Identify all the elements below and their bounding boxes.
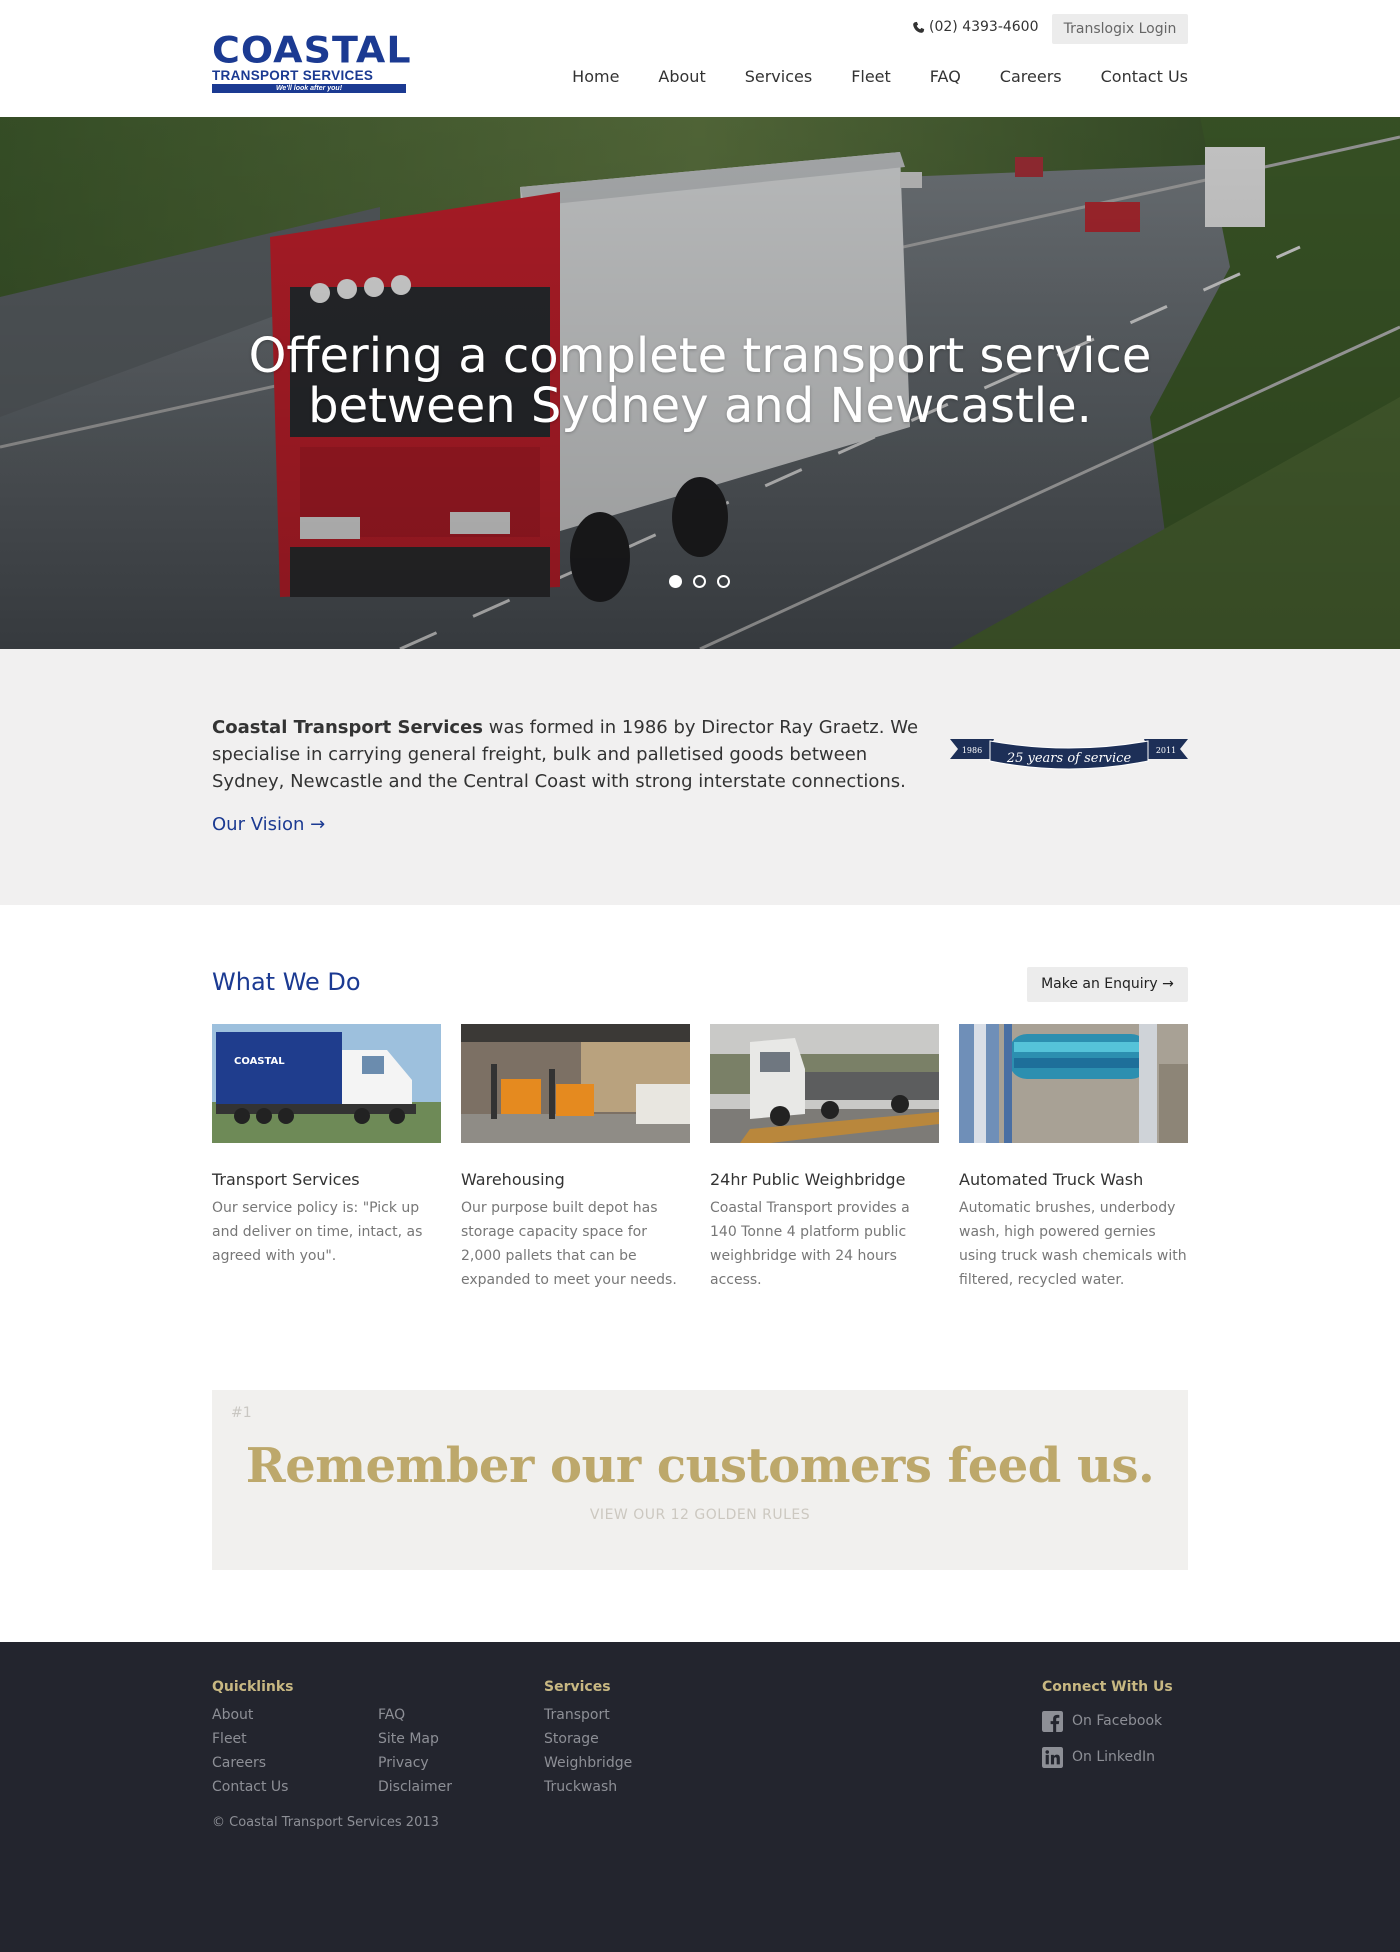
footer-link-careers[interactable]: Careers: [212, 1751, 293, 1775]
services-heading: Services: [544, 1679, 611, 1695]
footer-link-transport[interactable]: Transport: [544, 1703, 632, 1727]
services-cards: COASTAL Transport Services Our service p…: [212, 1024, 1189, 1292]
linkedin-link[interactable]: On LinkedIn: [1042, 1739, 1173, 1775]
hero-title-line-2: between Sydney and Newcastle.: [308, 378, 1092, 434]
footer-link-privacy[interactable]: Privacy: [378, 1751, 452, 1775]
warehouse-image: [461, 1024, 690, 1143]
nav-faq[interactable]: FAQ: [930, 67, 961, 86]
footer-connect-col: Connect With Us On Facebook On LinkedIn: [1042, 1679, 1173, 1775]
nav-fleet[interactable]: Fleet: [851, 67, 891, 86]
footer-link-truckwash[interactable]: Truckwash: [544, 1775, 632, 1799]
hero-slider: Offering a complete transport service be…: [0, 117, 1400, 649]
facebook-label: On Facebook: [1072, 1713, 1163, 1729]
card-text: Our service policy is: "Pick up and deli…: [212, 1200, 423, 1264]
logo-subtitle: TRANSPORT SERVICES: [212, 68, 374, 83]
footer-link-storage[interactable]: Storage: [544, 1727, 632, 1751]
copyright: © Coastal Transport Services 2013: [212, 1815, 439, 1830]
phone-text: (02) 4393-4600: [929, 19, 1039, 35]
ribbon-year-right: 2011: [1156, 746, 1176, 755]
card-text: Coastal Transport provides a 140 Tonne 4…: [710, 1200, 910, 1288]
anniversary-ribbon: 1986 25 years of service 2011: [950, 739, 1188, 770]
slider-dot-2[interactable]: [693, 575, 706, 588]
footer-link-site-map[interactable]: Site Map: [378, 1727, 452, 1751]
about-company-name: Coastal Transport Services: [212, 717, 484, 738]
footer-link-fleet[interactable]: Fleet: [212, 1727, 293, 1751]
hero-title: Offering a complete transport service be…: [0, 331, 1400, 431]
card-text: Our purpose built depot has storage capa…: [461, 1200, 677, 1288]
nav-home[interactable]: Home: [572, 67, 619, 86]
slider-dot-1[interactable]: [669, 575, 682, 588]
nav-careers[interactable]: Careers: [1000, 67, 1062, 86]
nav-about[interactable]: About: [658, 67, 705, 86]
card-title: 24hr Public Weighbridge: [710, 1170, 906, 1189]
weighbridge-image: [710, 1024, 939, 1143]
ribbon-year-left: 1986: [962, 746, 982, 755]
logo-tagline: We'll look after you!: [212, 84, 406, 93]
company-logo[interactable]: COASTAL TRANSPORT SERVICES We'll look af…: [212, 29, 412, 93]
footer-link-contact-us[interactable]: Contact Us: [212, 1775, 293, 1799]
rule-text: Remember our customers feed us.: [245, 1438, 1155, 1494]
quicklinks-heading: Quicklinks: [212, 1679, 294, 1695]
our-vision-link[interactable]: Our Vision →: [212, 814, 325, 835]
connect-heading: Connect With Us: [1042, 1679, 1173, 1695]
nav-contact-us[interactable]: Contact Us: [1101, 67, 1188, 86]
service-card-weighbridge[interactable]: 24hr Public Weighbridge Coastal Transpor…: [710, 1024, 939, 1292]
svg-text:COASTAL: COASTAL: [234, 1056, 285, 1067]
footer-quicklinks-col-1: Quicklinks About Fleet Careers Contact U…: [212, 1679, 293, 1799]
truck-wash-image: [959, 1024, 1188, 1143]
slider-dots: [669, 575, 730, 588]
site-header: COASTAL TRANSPORT SERVICES We'll look af…: [0, 0, 1400, 117]
card-title: Automated Truck Wash: [959, 1170, 1144, 1189]
about-section: Coastal Transport Services was formed in…: [0, 649, 1400, 905]
nav-services[interactable]: Services: [745, 67, 812, 86]
footer-quicklinks-col-2: FAQ Site Map Privacy Disclaimer: [378, 1679, 452, 1799]
card-text: Automatic brushes, underbody wash, high …: [959, 1200, 1187, 1288]
service-card-warehousing[interactable]: Warehousing Our purpose built depot has …: [461, 1024, 690, 1292]
transport-image: COASTAL: [212, 1024, 441, 1143]
card-title: Transport Services: [212, 1170, 360, 1189]
golden-rules-link[interactable]: VIEW OUR 12 GOLDEN RULES: [212, 1507, 1188, 1523]
main-nav: Home About Services Fleet FAQ Careers Co…: [533, 67, 1188, 86]
footer-link-about[interactable]: About: [212, 1703, 293, 1727]
footer-link-weighbridge[interactable]: Weighbridge: [544, 1751, 632, 1775]
footer-link-disclaimer[interactable]: Disclaimer: [378, 1775, 452, 1799]
rule-number: #1: [231, 1405, 252, 1421]
linkedin-label: On LinkedIn: [1072, 1749, 1156, 1765]
site-footer: Quicklinks About Fleet Careers Contact U…: [0, 1642, 1400, 1952]
footer-services-col: Services Transport Storage Weighbridge T…: [544, 1679, 632, 1799]
facebook-link[interactable]: On Facebook: [1042, 1703, 1173, 1739]
what-we-do-title: What We Do: [212, 968, 361, 996]
phone-icon: [913, 21, 925, 33]
service-card-transport[interactable]: COASTAL Transport Services Our service p…: [212, 1024, 441, 1292]
golden-rule-banner: #1 Remember our customers feed us. VIEW …: [212, 1390, 1188, 1570]
slider-dot-3[interactable]: [717, 575, 730, 588]
phone-number[interactable]: (02) 4393-4600: [912, 19, 1039, 35]
linkedin-icon: [1042, 1746, 1063, 1768]
ribbon-center-text: 25 years of service: [1006, 751, 1132, 766]
about-text: Coastal Transport Services was formed in…: [212, 714, 922, 795]
footer-link-faq[interactable]: FAQ: [378, 1703, 452, 1727]
logo-word: COASTAL: [212, 29, 412, 71]
make-enquiry-button[interactable]: Make an Enquiry →: [1027, 967, 1188, 1002]
service-card-truck-wash[interactable]: Automated Truck Wash Automatic brushes, …: [959, 1024, 1188, 1292]
hero-title-line-1: Offering a complete transport service: [248, 328, 1152, 384]
translogix-login-button[interactable]: Translogix Login: [1052, 14, 1188, 44]
card-title: Warehousing: [461, 1170, 565, 1189]
facebook-icon: [1042, 1710, 1063, 1732]
